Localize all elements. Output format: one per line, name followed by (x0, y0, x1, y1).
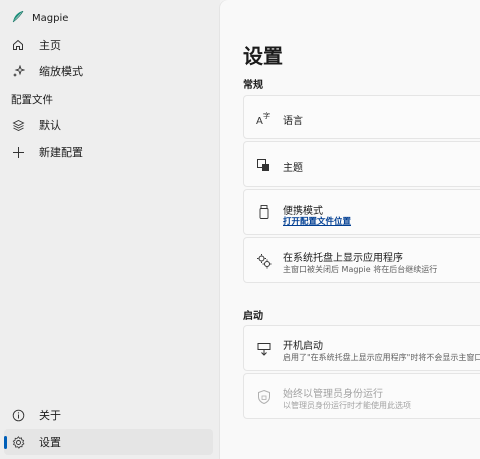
settings-page: 设置 常规 A字 语言 主题 便携模式 打开配置文件位置 在系统托盘上显示应用程… (220, 0, 480, 459)
run-as-admin-subtitle: 以管理员身份运行时才能使用此选项 (283, 401, 411, 410)
nav-item-label: 缩放模式 (39, 65, 83, 78)
shield-icon (256, 389, 272, 405)
open-config-location-link[interactable]: 打开配置文件位置 (283, 215, 351, 227)
nav-item-default-profile[interactable]: 默认 (4, 112, 213, 138)
startup-icon (256, 341, 272, 357)
language-setting-card: A字 语言 (243, 95, 480, 139)
app-title: Magpie (32, 12, 69, 24)
layers-icon (11, 118, 25, 132)
nav-item-about[interactable]: 关于 (4, 402, 213, 428)
nav-item-label: 主页 (39, 39, 61, 52)
autostart-subtitle: 启用了"在系统托盘上显示应用程序"时将不会显示主窗口 (283, 353, 480, 362)
theme-title: 主题 (283, 163, 303, 174)
tray-title: 在系统托盘上显示应用程序 (283, 253, 403, 264)
nav-item-scaling-modes[interactable]: 缩放模式 (4, 58, 213, 84)
nav-item-label: 设置 (39, 436, 61, 449)
tray-subtitle: 主窗口被关闭后 Magpie 将在后台继续运行 (283, 265, 438, 274)
nav-pane: Magpie 主页 缩放模式 配置文件 默认 新建配置 关于 设置 (0, 0, 220, 459)
magpie-logo-icon (12, 10, 24, 26)
nav-item-new-profile[interactable]: 新建配置 (4, 139, 213, 165)
profiles-header: 配置文件 (11, 94, 53, 106)
page-title: 设置 (243, 44, 283, 68)
nav-item-home[interactable]: 主页 (4, 32, 213, 58)
app-title-bar: Magpie (12, 9, 68, 27)
portable-mode-card: 便携模式 打开配置文件位置 (243, 189, 480, 235)
nav-item-label: 新建配置 (39, 146, 83, 159)
theme-setting-card: 主题 (243, 141, 480, 187)
gear-icon (11, 435, 25, 449)
gears-icon (256, 253, 272, 269)
language-icon: A字 (256, 110, 272, 126)
svg-text:A: A (256, 116, 263, 126)
language-title: 语言 (283, 116, 303, 127)
nav-item-settings[interactable]: 设置 (4, 429, 213, 455)
sparkle-icon (11, 64, 25, 78)
run-as-admin-title: 始终以管理员身份运行 (283, 389, 383, 400)
info-icon (11, 408, 25, 422)
home-icon (11, 38, 25, 52)
autostart-card: 开机启动 启用了"在系统托盘上显示应用程序"时将不会显示主窗口 (243, 325, 480, 371)
nav-item-label: 关于 (39, 409, 61, 422)
tray-setting-card: 在系统托盘上显示应用程序 主窗口被关闭后 Magpie 将在后台继续运行 (243, 237, 480, 283)
run-as-admin-card: 始终以管理员身份运行 以管理员身份运行时才能使用此选项 (243, 373, 480, 419)
section-startup-title: 启动 (243, 311, 263, 322)
section-general-title: 常规 (243, 80, 263, 91)
theme-icon (256, 157, 272, 173)
plus-icon (11, 145, 25, 159)
svg-text:字: 字 (263, 111, 270, 120)
usb-drive-icon (256, 204, 272, 220)
autostart-title: 开机启动 (283, 341, 323, 352)
nav-item-label: 默认 (39, 119, 61, 132)
